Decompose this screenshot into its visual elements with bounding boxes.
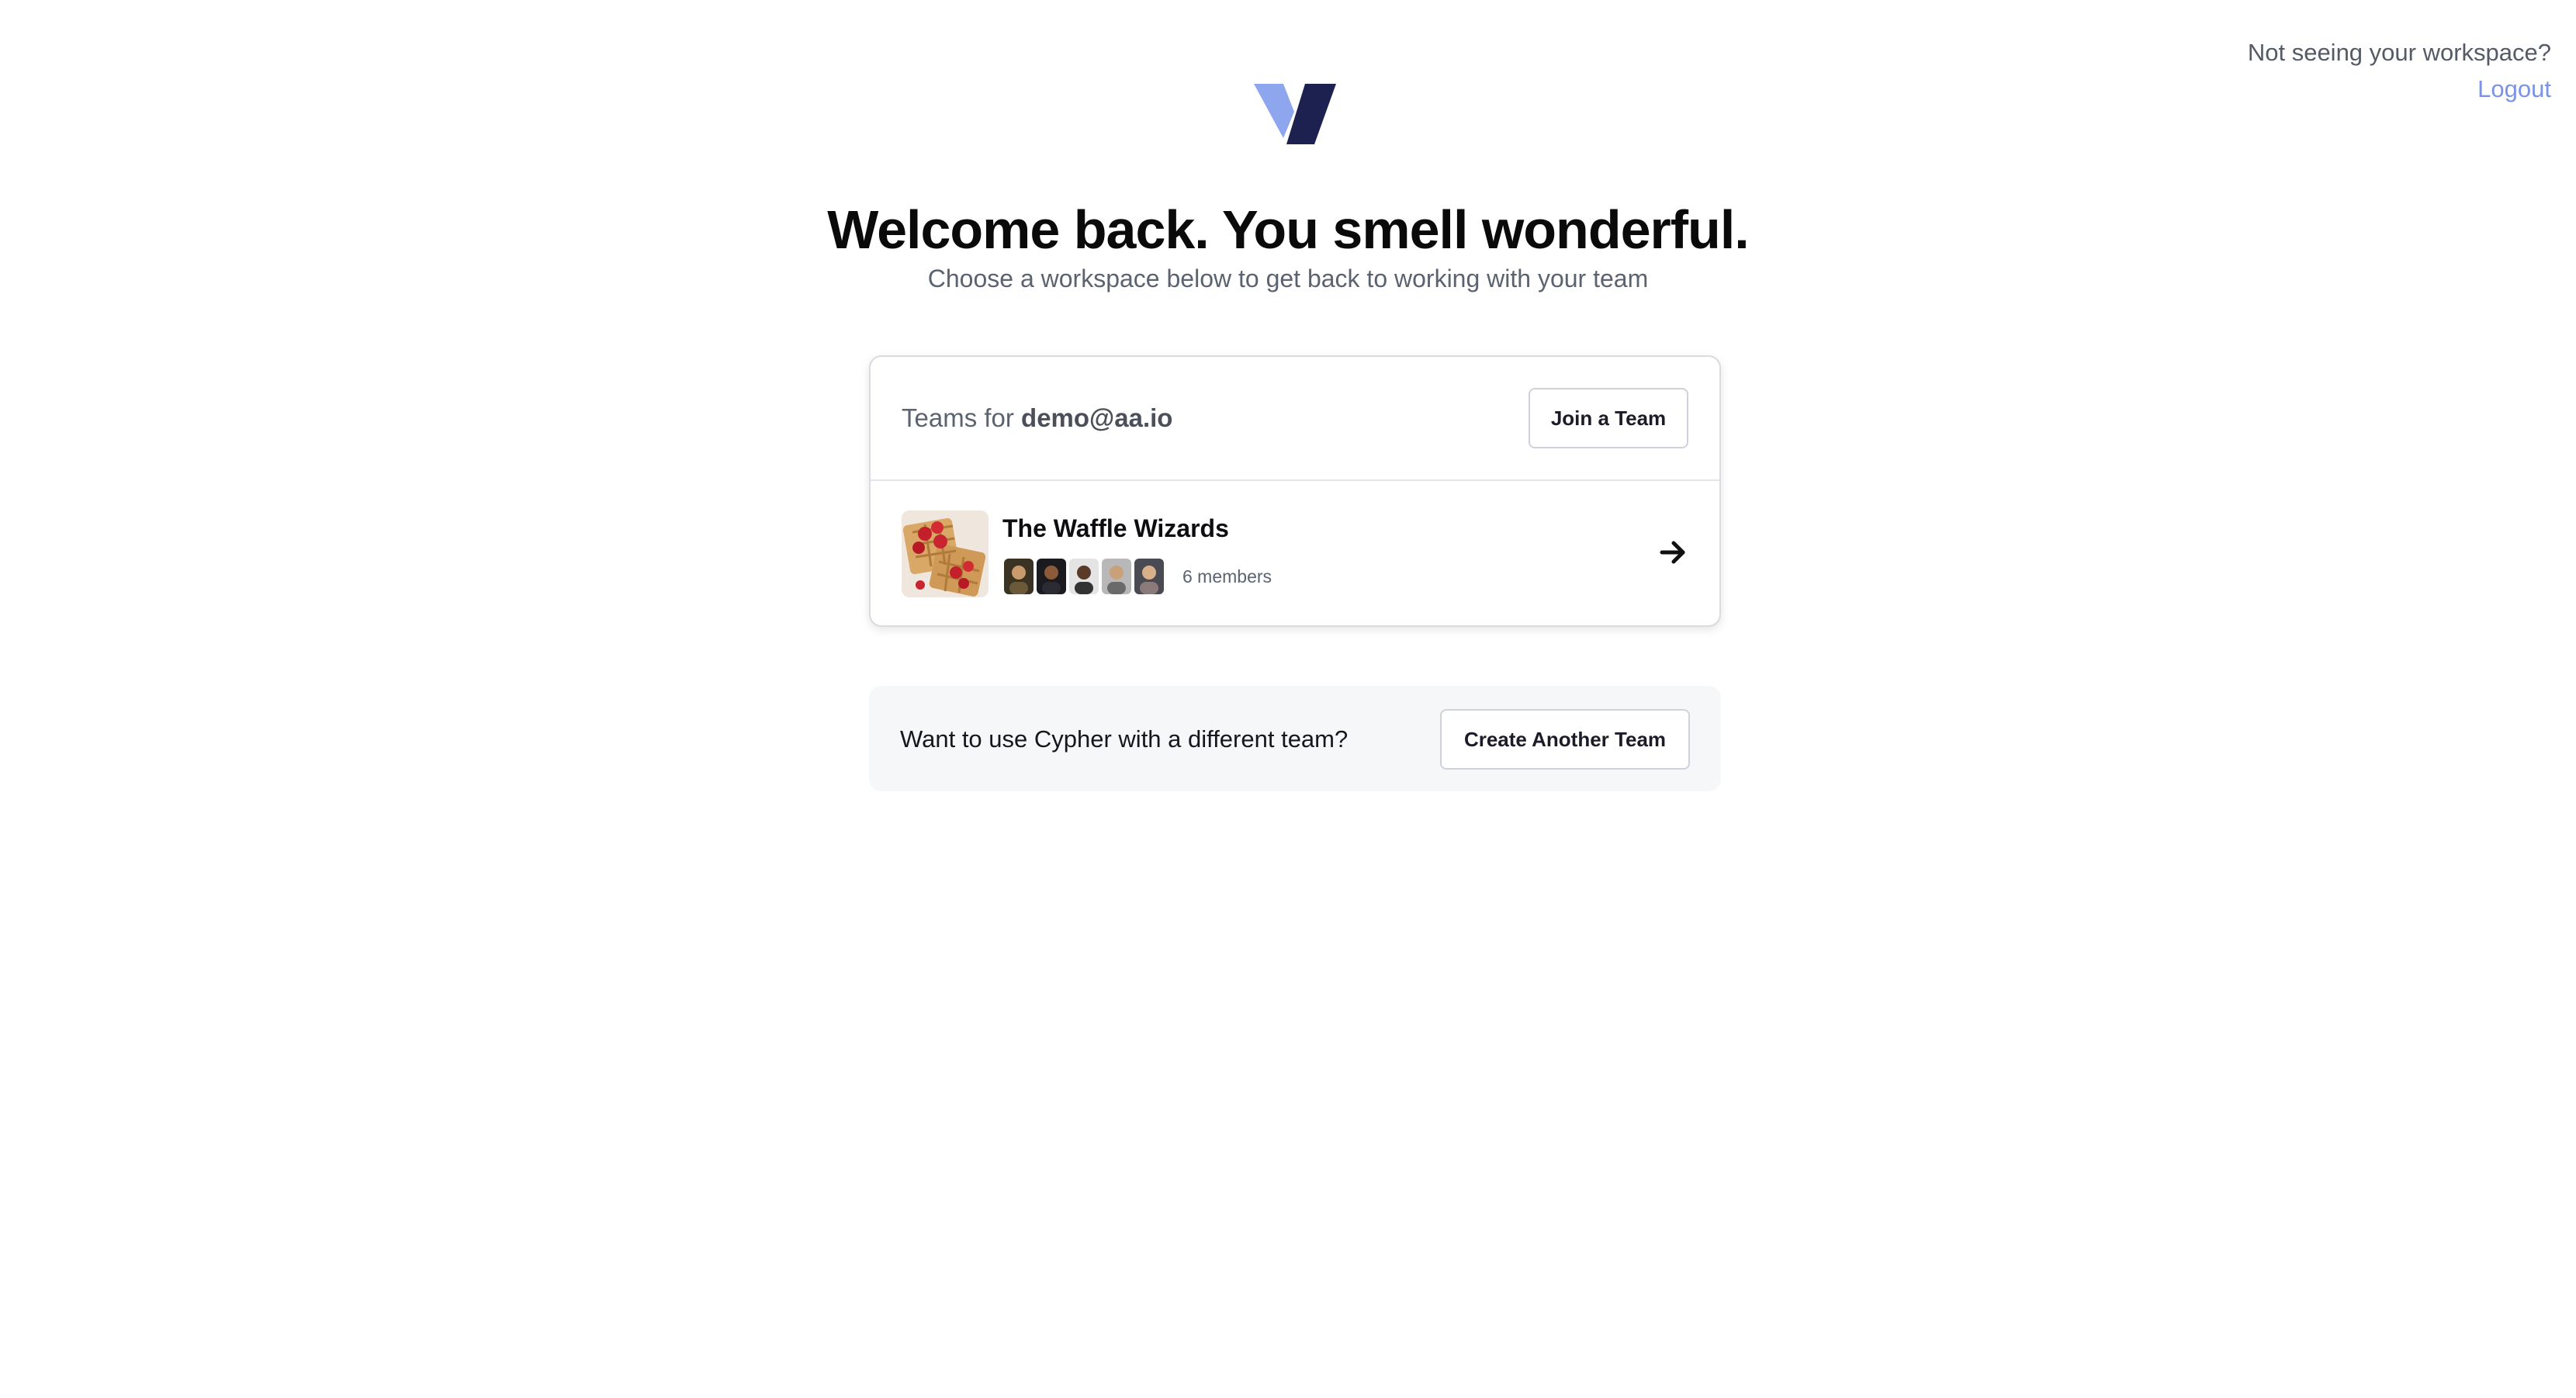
create-another-team-button[interactable]: Create Another Team <box>1440 709 1690 770</box>
page-title: Welcome back. You smell wonderful. <box>827 199 1749 260</box>
team-thumbnail-image <box>902 510 989 597</box>
team-members: 6 members <box>1004 559 1272 594</box>
teams-card-header: Teams for demo@aa.io Join a Team <box>871 357 1719 481</box>
page-subtitle: Choose a workspace below to get back to … <box>927 265 1649 292</box>
team-row[interactable]: The Waffle Wizards 6 members <box>871 481 1719 625</box>
teams-card: Teams for demo@aa.io Join a Team The Waf… <box>869 355 1721 627</box>
brand-logo-icon <box>1254 84 1336 144</box>
account-email: demo@aa.io <box>1021 403 1173 432</box>
teams-for-prefix: Teams for <box>902 403 1014 432</box>
member-avatar <box>1037 559 1066 594</box>
logout-link[interactable]: Logout <box>2477 70 2551 109</box>
member-avatar <box>1102 559 1131 594</box>
member-avatar <box>1134 559 1164 594</box>
join-team-button[interactable]: Join a Team <box>1529 388 1688 448</box>
member-avatar <box>1069 559 1099 594</box>
arrow-right-icon[interactable] <box>1657 537 1688 568</box>
workspace-help: Not seeing your workspace? Logout <box>2248 36 2551 109</box>
team-name: The Waffle Wizards <box>1002 514 1229 542</box>
member-avatar <box>1004 559 1034 594</box>
not-seeing-workspace-text: Not seeing your workspace? <box>2247 39 2551 66</box>
member-count: 6 members <box>1182 566 1272 587</box>
different-team-prompt: Want to use Cypher with a different team… <box>900 725 1349 753</box>
teams-for-label: Teams for demo@aa.io <box>902 400 1172 436</box>
create-team-banner: Want to use Cypher with a different team… <box>869 686 1721 791</box>
